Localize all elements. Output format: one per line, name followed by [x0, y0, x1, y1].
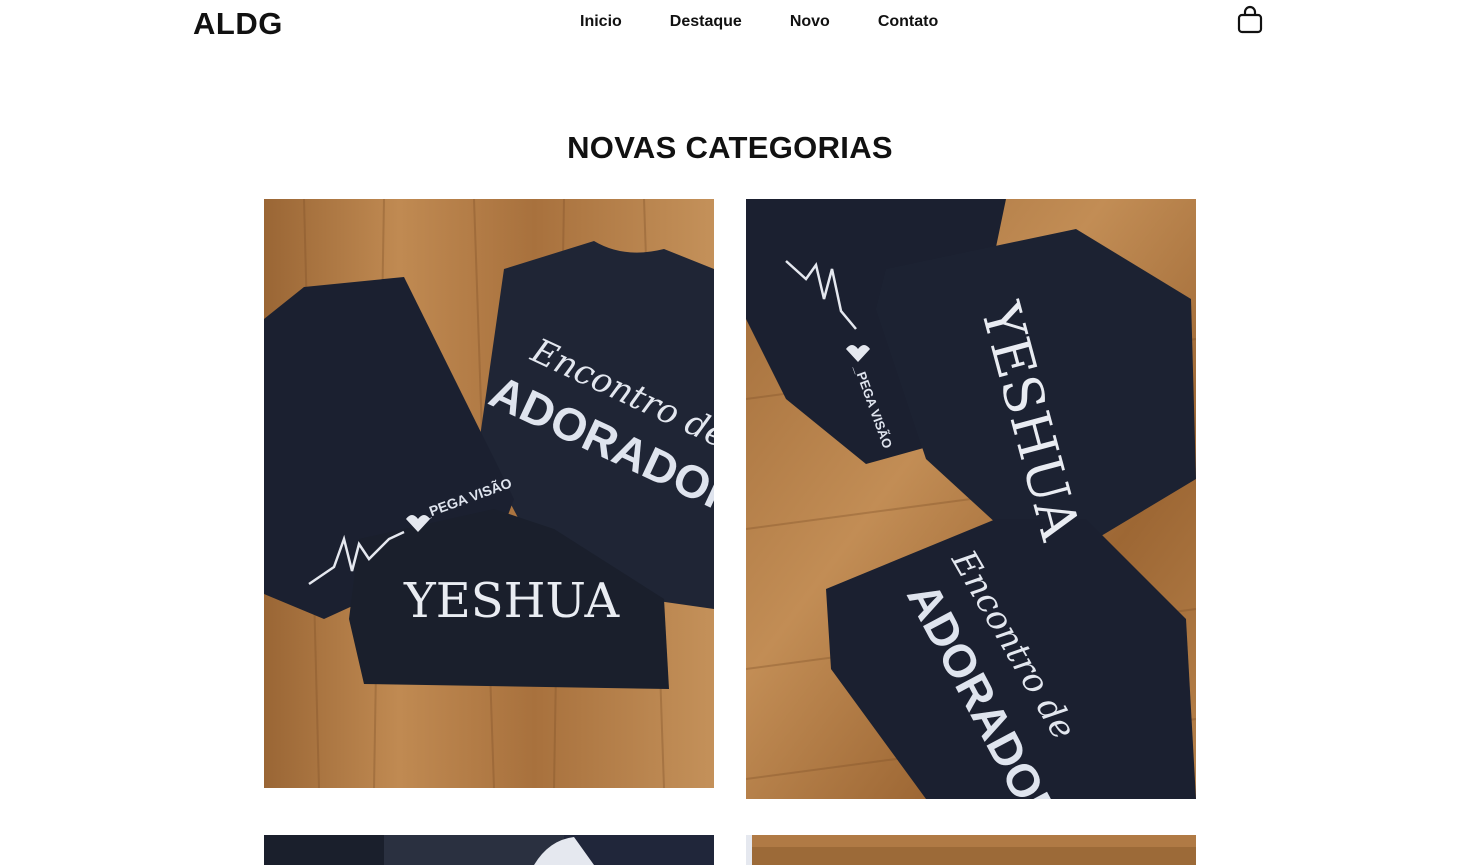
- product-image: [264, 835, 714, 865]
- site-header: ALDG Inicio Destaque Novo Contato: [0, 0, 1474, 48]
- product-card[interactable]: [264, 835, 714, 865]
- product-card[interactable]: YESHUA Encontro de ADORADORES _PEGA VISÃ…: [746, 199, 1196, 799]
- product-card[interactable]: YESHUA Encontro de ADORADORES _PEGA VISÃ…: [264, 199, 714, 788]
- main-nav: Inicio Destaque Novo Contato: [580, 13, 938, 31]
- nav-link-novo[interactable]: Novo: [790, 13, 830, 31]
- product-image: [746, 835, 1196, 865]
- product-image: YESHUA Encontro de ADORADORES _PEGA VISÃ…: [264, 199, 714, 788]
- nav-link-contato[interactable]: Contato: [878, 13, 938, 31]
- nav-link-inicio[interactable]: Inicio: [580, 13, 622, 31]
- shirt-print-yeshua: YESHUA: [403, 573, 620, 629]
- brand-logo[interactable]: ALDG: [193, 6, 283, 42]
- nav-link-destaque[interactable]: Destaque: [670, 13, 742, 31]
- shopping-bag-icon[interactable]: [1236, 5, 1264, 35]
- product-image: YESHUA Encontro de ADORADORES _PEGA VISÃ…: [746, 199, 1196, 799]
- section-title: NOVAS CATEGORIAS: [567, 130, 893, 165]
- product-card[interactable]: [746, 835, 1196, 865]
